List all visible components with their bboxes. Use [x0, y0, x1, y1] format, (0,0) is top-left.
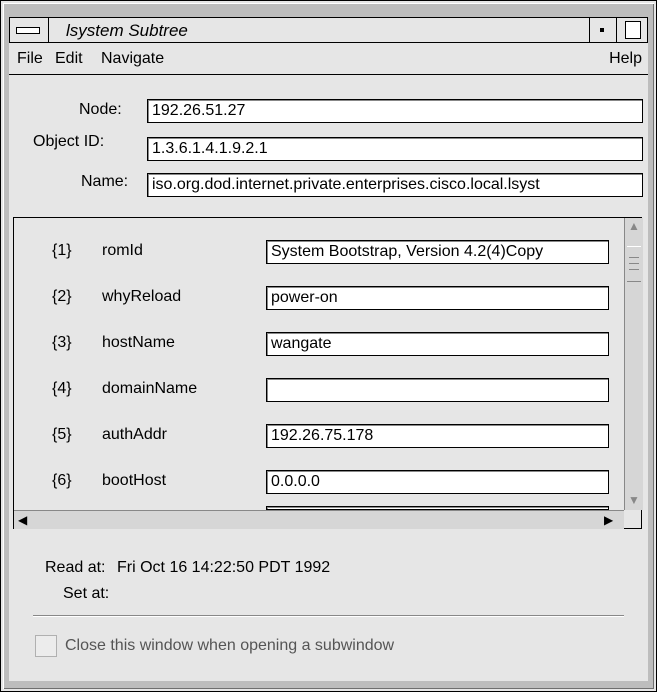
row-index: {5}: [52, 426, 72, 443]
arrow-right-icon[interactable]: ▶: [604, 514, 613, 526]
minimize-icon[interactable]: [589, 18, 617, 42]
arrow-down-icon[interactable]: ▼: [628, 494, 640, 506]
divider: [33, 615, 624, 617]
row-name-domainname: domainName: [102, 380, 198, 397]
main-content: Node: 192.26.51.27 Object ID: 1.3.6.1.4.…: [9, 75, 648, 681]
row-index: {3}: [52, 334, 72, 351]
domainname-field[interactable]: [266, 378, 609, 402]
row-name-romid: romId: [102, 242, 143, 259]
vertical-scrollbar[interactable]: ▲ ▼: [624, 218, 643, 510]
row-name-hostname: hostName: [102, 334, 175, 351]
window-menu-icon[interactable]: [10, 18, 49, 42]
name-label: Name:: [81, 173, 129, 190]
boothost-field[interactable]: 0.0.0.0: [266, 470, 609, 494]
object-id-label: Object ID:: [33, 133, 105, 150]
row-index: {2}: [52, 288, 72, 305]
arrow-up-icon[interactable]: ▲: [628, 220, 640, 232]
row-index: {1}: [52, 242, 72, 259]
title-bar[interactable]: lsystem Subtree: [9, 17, 648, 43]
row-name-boothost: bootHost: [102, 472, 167, 489]
node-field[interactable]: 192.26.51.27: [147, 99, 643, 123]
menu-edit[interactable]: Edit: [55, 50, 83, 68]
menu-file[interactable]: File: [17, 50, 43, 68]
close-on-subwindow-label[interactable]: Close this window when opening a subwind…: [65, 637, 394, 655]
authaddr-field[interactable]: 192.26.75.178: [266, 424, 609, 448]
node-label: Node:: [79, 101, 122, 118]
row-name-whyreload: whyReload: [102, 288, 182, 305]
read-at-value: Fri Oct 16 14:22:50 PDT 1992: [117, 559, 331, 576]
row-index: {4}: [52, 380, 72, 397]
menu-navigate[interactable]: Navigate: [101, 50, 164, 68]
close-on-subwindow-checkbox[interactable]: [35, 635, 57, 657]
arrow-left-icon[interactable]: ◀: [18, 514, 27, 526]
whyreload-field[interactable]: power-on: [266, 286, 609, 310]
name-field[interactable]: iso.org.dod.internet.private.enterprises…: [147, 173, 643, 197]
menu-bar: File Edit Navigate Help: [9, 43, 648, 75]
read-at-label: Read at:: [45, 559, 106, 576]
window-title: lsystem Subtree: [66, 21, 188, 40]
row-index: {6}: [52, 472, 72, 489]
object-id-field[interactable]: 1.3.6.1.4.1.9.2.1: [147, 137, 643, 161]
set-at-label: Set at:: [63, 585, 110, 602]
horizontal-scrollbar[interactable]: ◀ ▶: [14, 510, 624, 529]
maximize-icon[interactable]: [619, 18, 647, 42]
variables-panel: {1} romId System Bootstrap, Version 4.2(…: [13, 217, 643, 529]
romid-field[interactable]: System Bootstrap, Version 4.2(4)Copy: [266, 240, 609, 264]
menu-help[interactable]: Help: [609, 50, 642, 68]
scroll-thumb[interactable]: [627, 246, 641, 282]
app-window: lsystem Subtree File Edit Navigate Help …: [0, 0, 657, 692]
row-name-authaddr: authAddr: [102, 426, 167, 443]
hostname-field[interactable]: wangate: [266, 332, 609, 356]
